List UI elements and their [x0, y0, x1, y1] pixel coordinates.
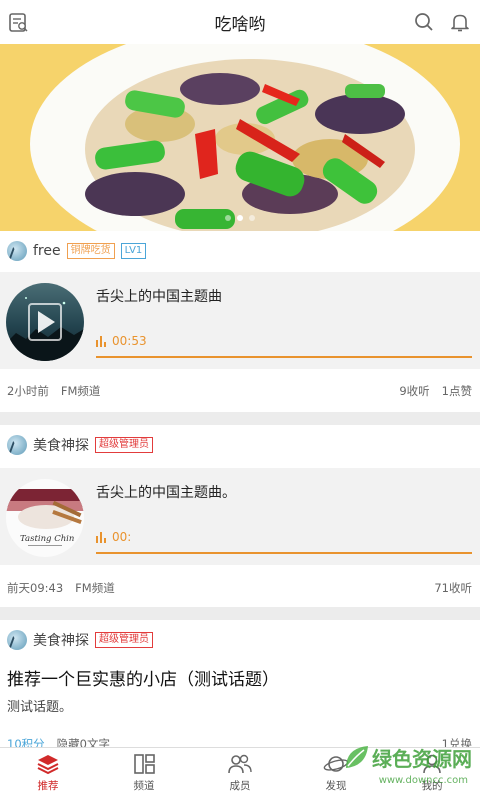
audio-title[interactable]: 舌尖上的中国主题曲。: [96, 482, 236, 502]
nav-tab-members[interactable]: 成员: [192, 748, 288, 800]
audio-duration: 00:53: [96, 334, 147, 348]
post-channel[interactable]: FM频道: [75, 580, 115, 596]
audio-cover[interactable]: [6, 283, 84, 361]
badge-copper: 铜牌吃货: [66, 243, 115, 259]
post-card-audio-1[interactable]: free 铜牌吃货 LV1 舌尖上的中国主题曲 00:53 2小时前 FM频道 …: [0, 231, 480, 403]
channel-grid-icon: [134, 754, 155, 774]
post-card-audio-2[interactable]: 美食神探 超级管理员 Tasting Chin 舌尖上的中国主题曲。 00: 前…: [0, 425, 480, 607]
listen-count: 9收听: [399, 384, 430, 398]
search-icon[interactable]: [412, 10, 436, 34]
members-icon: [228, 754, 252, 774]
audio-progress-bar[interactable]: [96, 552, 472, 554]
username: 美食神探: [33, 438, 89, 454]
nav-tab-recommend[interactable]: 推荐: [0, 748, 96, 800]
audio-duration: 00:: [96, 530, 131, 544]
audio-player[interactable]: 舌尖上的中国主题曲 00:53: [0, 272, 480, 369]
stack-icon: [37, 755, 59, 775]
audio-cover[interactable]: Tasting Chin: [6, 479, 84, 557]
badge-admin: 超级管理员: [95, 632, 153, 648]
duration-text: 00:53: [112, 334, 147, 348]
badge-admin: 超级管理员: [95, 437, 153, 453]
post-title[interactable]: 推荐一个巨实惠的小店（测试话题）: [7, 665, 279, 690]
banner-pager: [0, 215, 480, 221]
avatar[interactable]: [7, 630, 27, 650]
watermark-text: 绿色资源网: [372, 746, 472, 771]
post-author[interactable]: 美食神探 超级管理员: [7, 434, 153, 456]
post-body[interactable]: 测试话题。: [7, 696, 72, 715]
post-time: 前天09:43: [7, 581, 64, 595]
badge-level: LV1: [120, 243, 147, 259]
post-author[interactable]: free 铜牌吃货 LV1: [7, 240, 147, 262]
app-screen: 吃啥哟 free 铜牌吃货 LV1 舌尖上的中国主题曲 00:53 2小时前 F…: [0, 0, 480, 800]
pager-dot[interactable]: [249, 215, 255, 221]
bell-icon[interactable]: [448, 10, 472, 34]
play-icon[interactable]: [38, 311, 55, 333]
watermark: 绿色资源网 www.downcc.com: [342, 742, 472, 786]
audio-player[interactable]: Tasting Chin 舌尖上的中国主题曲。 00:: [0, 468, 480, 565]
username: 美食神探: [33, 633, 89, 649]
nav-tab-channel[interactable]: 频道: [96, 748, 192, 800]
pager-dot-active[interactable]: [237, 215, 243, 221]
nav-label: 频道: [133, 780, 155, 792]
watermark-url: www.downcc.com: [378, 775, 468, 786]
divider: [0, 607, 480, 620]
leaf-logo-icon: [346, 746, 368, 768]
username: free: [33, 243, 61, 259]
menu-list-icon[interactable]: [6, 10, 30, 34]
duration-text: 00:: [112, 530, 132, 544]
audio-progress-bar[interactable]: [96, 356, 472, 358]
avatar[interactable]: [7, 241, 27, 261]
avatar[interactable]: [7, 435, 27, 455]
page-title: 吃啥哟: [214, 14, 266, 35]
nav-label: 成员: [229, 780, 251, 792]
equalizer-icon: [96, 531, 106, 543]
cover-text: Tasting Chin: [20, 534, 74, 544]
divider: [0, 412, 480, 425]
top-bar: 吃啥哟: [0, 0, 480, 44]
post-meta: 2小时前 FM频道 9收听 1点赞: [7, 383, 472, 399]
banner-image[interactable]: [0, 44, 480, 231]
pager-dot[interactable]: [225, 215, 231, 221]
like-count[interactable]: 1点赞: [442, 383, 472, 399]
post-meta: 前天09:43 FM频道 71收听: [7, 580, 472, 596]
post-time: 2小时前: [7, 384, 49, 398]
audio-title[interactable]: 舌尖上的中国主题曲: [96, 286, 222, 306]
equalizer-icon: [96, 335, 106, 347]
listen-count: 71收听: [434, 581, 472, 595]
nav-label: 推荐: [37, 780, 59, 792]
nav-label: 发现: [325, 780, 347, 792]
post-author[interactable]: 美食神探 超级管理员: [7, 629, 153, 651]
post-channel[interactable]: FM频道: [61, 383, 101, 399]
